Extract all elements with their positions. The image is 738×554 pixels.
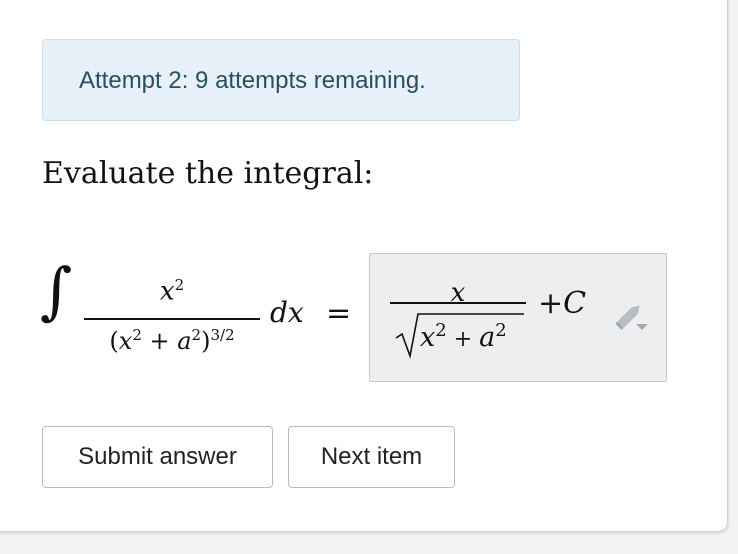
question-prompt: Evaluate the integral: — [42, 156, 374, 191]
integral-sign: ∫ — [40, 254, 73, 327]
integrand-denominator: (x2 + a2)3/2 — [109, 326, 235, 355]
submit-answer-button[interactable]: Submit answer — [42, 426, 273, 488]
next-item-button[interactable]: Next item — [288, 426, 455, 488]
answer-radicand: x2 + a2 — [420, 320, 507, 353]
attempts-alert: Attempt 2: 9 attempts remaining. — [42, 39, 520, 121]
answer-denominator: x2 + a2 — [394, 310, 524, 360]
integrand-fraction: x2 (x2 + a2)3/2 — [84, 272, 260, 362]
answer-input-box[interactable]: x x2 + a2 +C — [369, 253, 667, 382]
fraction-bar — [84, 318, 260, 320]
pencil-dropdown-icon[interactable] — [614, 300, 652, 336]
equals-sign: = — [326, 296, 352, 331]
differential: dx — [270, 296, 304, 329]
answer-constant-term: +C — [538, 286, 587, 321]
answer-fraction-bar — [390, 302, 526, 304]
integrand-numerator: x2 — [159, 276, 185, 307]
